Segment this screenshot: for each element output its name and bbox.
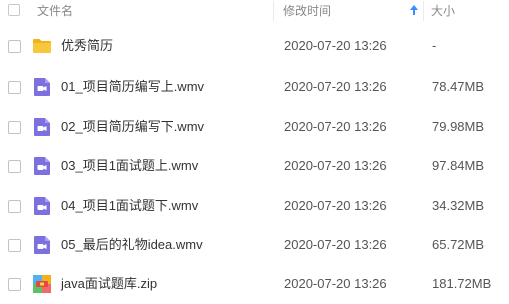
file-name[interactable]: 02_项目简历编写下.wmv: [61, 119, 204, 135]
file-list-header: 文件名 修改时间 大小: [0, 0, 509, 22]
file-modified-date: 2020-07-20 13:26: [284, 79, 387, 94]
file-size: 65.72MB: [432, 237, 485, 252]
row-checkbox[interactable]: [8, 81, 21, 94]
file-size: -: [432, 38, 437, 53]
row-checkbox[interactable]: [8, 278, 21, 291]
row-checkbox[interactable]: [8, 160, 21, 173]
file-name[interactable]: 01_项目简历编写上.wmv: [61, 79, 204, 95]
file-row[interactable]: 01_项目简历编写上.wmv 2020-07-20 13:26 78.47MB: [0, 67, 509, 107]
file-row[interactable]: 02_项目简历编写下.wmv 2020-07-20 13:26 79.98MB: [0, 107, 509, 147]
folder-icon: [33, 39, 51, 53]
sort-ascending-icon[interactable]: [409, 3, 419, 17]
file-size: 34.32MB: [432, 198, 485, 213]
file-row[interactable]: 03_项目1面试题上.wmv 2020-07-20 13:26 97.84MB: [0, 146, 509, 186]
file-size: 97.84MB: [432, 158, 485, 173]
file-name[interactable]: 03_项目1面试题上.wmv: [61, 158, 198, 174]
file-modified-date: 2020-07-20 13:26: [284, 119, 387, 134]
column-header-size[interactable]: 大小: [431, 4, 455, 18]
file-modified-date: 2020-07-20 13:26: [284, 237, 387, 252]
file-row[interactable]: 04_项目1面试题下.wmv 2020-07-20 13:26 34.32MB: [0, 186, 509, 226]
file-name[interactable]: 优秀简历: [61, 38, 113, 54]
file-row[interactable]: 优秀简历 2020-07-20 13:26 -: [0, 26, 509, 66]
row-checkbox[interactable]: [8, 121, 21, 134]
row-checkbox[interactable]: [8, 40, 21, 53]
video-file-icon: [34, 118, 50, 136]
column-header-modified[interactable]: 修改时间: [283, 4, 331, 18]
file-size: 78.47MB: [432, 79, 485, 94]
file-name[interactable]: 04_项目1面试题下.wmv: [61, 198, 198, 214]
column-divider[interactable]: [423, 1, 424, 21]
file-modified-date: 2020-07-20 13:26: [284, 276, 387, 291]
file-modified-date: 2020-07-20 13:26: [284, 158, 387, 173]
file-size: 79.98MB: [432, 119, 485, 134]
file-modified-date: 2020-07-20 13:26: [284, 38, 387, 53]
file-size: 181.72MB: [432, 276, 492, 291]
file-modified-date: 2020-07-20 13:26: [284, 198, 387, 213]
file-name[interactable]: 05_最后的礼物idea.wmv: [61, 237, 203, 253]
file-row[interactable]: java面试题库.zip 2020-07-20 13:26 181.72MB: [0, 264, 509, 304]
video-file-icon: [34, 78, 50, 96]
file-name[interactable]: java面试题库.zip: [61, 276, 157, 292]
select-all-checkbox[interactable]: [8, 4, 20, 16]
zip-file-icon: [33, 275, 51, 293]
video-file-icon: [34, 157, 50, 175]
file-row[interactable]: 05_最后的礼物idea.wmv 2020-07-20 13:26 65.72M…: [0, 225, 509, 265]
column-header-name[interactable]: 文件名: [37, 4, 73, 18]
column-divider[interactable]: [273, 1, 274, 21]
video-file-icon: [34, 197, 50, 215]
row-checkbox[interactable]: [8, 239, 21, 252]
video-file-icon: [34, 236, 50, 254]
row-checkbox[interactable]: [8, 200, 21, 213]
